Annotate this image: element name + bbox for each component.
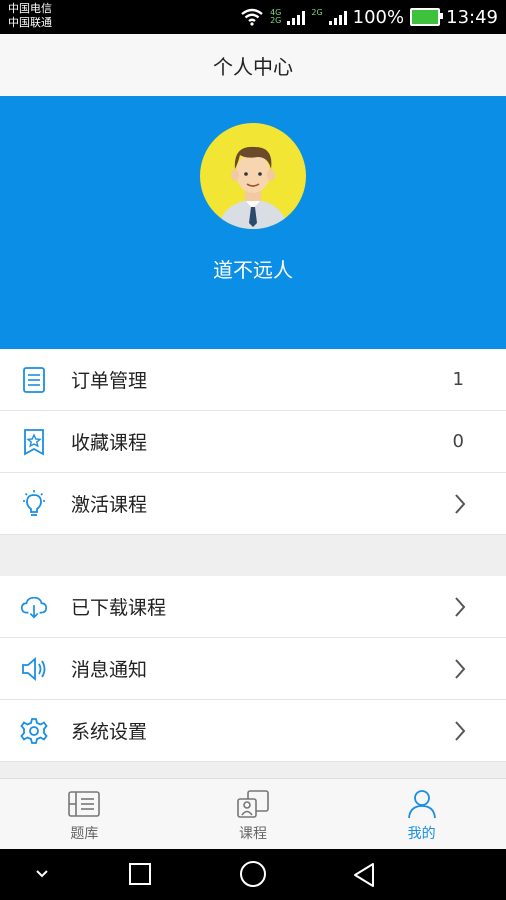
favorites-count: 0 [452, 431, 464, 452]
username: 道不远人 [213, 258, 293, 282]
menu-item-favorites[interactable]: 收藏课程 0 [0, 411, 506, 473]
home-circle-icon[interactable] [239, 860, 267, 888]
course-icon [237, 790, 269, 818]
network-2g-icon: 2G [311, 8, 323, 17]
battery-percent: 100% [352, 6, 405, 28]
lightbulb-icon [20, 489, 48, 518]
order-count: 1 [452, 369, 464, 390]
signal-2-icon [328, 9, 347, 25]
tab-label: 题库 [70, 826, 99, 842]
bottom-tab-bar: 题库 课程 我的 [0, 778, 506, 850]
network-4g-icon: 4G 2G [270, 8, 282, 25]
menu-item-activate-course[interactable]: 激活课程 [0, 473, 506, 535]
avatar[interactable] [200, 123, 306, 229]
tab-label: 课程 [239, 826, 267, 842]
carrier-2: 中国联通 [8, 16, 52, 29]
menu-item-label: 订单管理 [71, 370, 148, 392]
menu-item-label: 激活课程 [71, 494, 148, 516]
tab-courses[interactable]: 课程 [169, 779, 338, 850]
chevron-right-icon [455, 597, 466, 617]
header-bar: 个人中心 [0, 34, 506, 97]
menu-group-settings: 已下载课程 消息通知 系统设置 [0, 576, 506, 762]
chevron-right-icon [455, 659, 466, 679]
back-triangle-icon[interactable] [352, 862, 376, 888]
signal-1-icon [287, 9, 306, 25]
profile-banner: 道不远人 [0, 96, 506, 349]
carrier-names: 中国电信 中国联通 [8, 2, 52, 30]
battery-icon [410, 8, 444, 26]
menu-item-notifications[interactable]: 消息通知 [0, 638, 506, 700]
menu-item-settings[interactable]: 系统设置 [0, 700, 506, 762]
chevron-right-icon [455, 494, 466, 514]
gear-icon [20, 717, 48, 745]
menu-item-label: 收藏课程 [71, 432, 148, 454]
menu-item-label: 消息通知 [71, 659, 148, 681]
wifi-icon [241, 8, 263, 26]
menu-item-orders[interactable]: 订单管理 1 [0, 349, 506, 411]
recents-square-icon[interactable] [128, 862, 152, 886]
page-title: 个人中心 [213, 54, 293, 79]
tab-label: 我的 [407, 826, 436, 842]
status-bar: 中国电信 中国联通 4G 2G 2G 100% 13:49 [0, 0, 506, 34]
chevron-right-icon [455, 721, 466, 741]
order-list-icon [20, 366, 48, 394]
system-nav-bar [0, 849, 506, 900]
cloud-download-icon [20, 593, 48, 621]
person-icon [407, 790, 436, 819]
tab-mine[interactable]: 我的 [337, 779, 506, 850]
menu-group-account: 订单管理 1 收藏课程 0 激活课程 [0, 349, 506, 535]
clock: 13:49 [446, 6, 498, 28]
star-bookmark-icon [20, 428, 48, 456]
speaker-icon [20, 655, 48, 683]
menu-item-label: 系统设置 [71, 721, 148, 743]
tab-question-bank[interactable]: 题库 [0, 779, 169, 850]
chevron-down-icon[interactable] [34, 868, 50, 880]
question-bank-icon [68, 791, 101, 817]
menu-item-downloads[interactable]: 已下载课程 [0, 576, 506, 638]
carrier-1: 中国电信 [8, 2, 52, 15]
avatar-person-icon [218, 146, 288, 229]
menu-item-label: 已下载课程 [71, 597, 167, 619]
